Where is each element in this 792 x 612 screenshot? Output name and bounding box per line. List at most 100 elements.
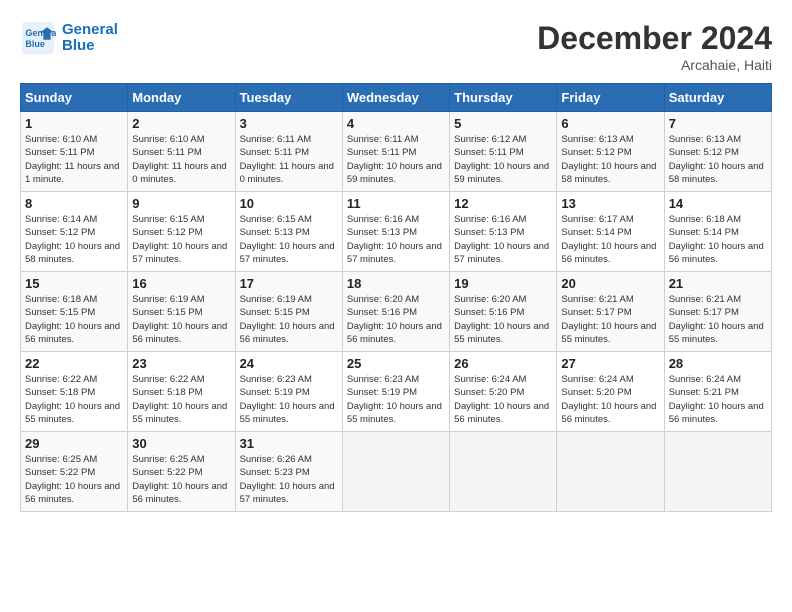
sunset-text: Sunset: 5:15 PM [132, 306, 230, 319]
sunset-text: Sunset: 5:12 PM [561, 146, 659, 159]
sunset-text: Sunset: 5:18 PM [132, 386, 230, 399]
daylight-text: Daylight: 10 hours and 58 minutes. [25, 240, 123, 267]
calendar-cell: 6 Sunrise: 6:13 AM Sunset: 5:12 PM Dayli… [557, 112, 664, 192]
sunset-text: Sunset: 5:11 PM [240, 146, 338, 159]
calendar-cell: 26 Sunrise: 6:24 AM Sunset: 5:20 PM Dayl… [450, 352, 557, 432]
day-info: Sunrise: 6:18 AM Sunset: 5:15 PM Dayligh… [25, 293, 123, 346]
sunrise-text: Sunrise: 6:11 AM [347, 133, 445, 146]
day-number: 7 [669, 116, 767, 131]
day-number: 27 [561, 356, 659, 371]
sunrise-text: Sunrise: 6:13 AM [561, 133, 659, 146]
sunrise-text: Sunrise: 6:21 AM [561, 293, 659, 306]
weekday-header-monday: Monday [128, 84, 235, 112]
calendar-cell: 27 Sunrise: 6:24 AM Sunset: 5:20 PM Dayl… [557, 352, 664, 432]
calendar-cell: 5 Sunrise: 6:12 AM Sunset: 5:11 PM Dayli… [450, 112, 557, 192]
day-number: 25 [347, 356, 445, 371]
calendar-cell [557, 432, 664, 512]
daylight-text: Daylight: 10 hours and 57 minutes. [240, 240, 338, 267]
day-info: Sunrise: 6:21 AM Sunset: 5:17 PM Dayligh… [669, 293, 767, 346]
calendar-week-row: 15 Sunrise: 6:18 AM Sunset: 5:15 PM Dayl… [21, 272, 772, 352]
calendar-cell: 22 Sunrise: 6:22 AM Sunset: 5:18 PM Dayl… [21, 352, 128, 432]
day-info: Sunrise: 6:22 AM Sunset: 5:18 PM Dayligh… [25, 373, 123, 426]
day-number: 14 [669, 196, 767, 211]
day-number: 6 [561, 116, 659, 131]
calendar-cell: 16 Sunrise: 6:19 AM Sunset: 5:15 PM Dayl… [128, 272, 235, 352]
daylight-text: Daylight: 10 hours and 55 minutes. [669, 320, 767, 347]
day-number: 29 [25, 436, 123, 451]
calendar-cell: 20 Sunrise: 6:21 AM Sunset: 5:17 PM Dayl… [557, 272, 664, 352]
day-number: 19 [454, 276, 552, 291]
day-number: 22 [25, 356, 123, 371]
sunset-text: Sunset: 5:15 PM [240, 306, 338, 319]
day-number: 3 [240, 116, 338, 131]
daylight-text: Daylight: 10 hours and 57 minutes. [132, 240, 230, 267]
logo-icon: General Blue [20, 20, 56, 56]
sunset-text: Sunset: 5:12 PM [132, 226, 230, 239]
sunrise-text: Sunrise: 6:24 AM [454, 373, 552, 386]
daylight-text: Daylight: 10 hours and 56 minutes. [347, 320, 445, 347]
month-year-title: December 2024 [537, 20, 772, 57]
day-info: Sunrise: 6:10 AM Sunset: 5:11 PM Dayligh… [25, 133, 123, 186]
daylight-text: Daylight: 10 hours and 57 minutes. [347, 240, 445, 267]
sunrise-text: Sunrise: 6:23 AM [240, 373, 338, 386]
daylight-text: Daylight: 10 hours and 56 minutes. [561, 400, 659, 427]
day-info: Sunrise: 6:24 AM Sunset: 5:20 PM Dayligh… [454, 373, 552, 426]
daylight-text: Daylight: 10 hours and 56 minutes. [25, 480, 123, 507]
day-number: 12 [454, 196, 552, 211]
calendar-cell: 25 Sunrise: 6:23 AM Sunset: 5:19 PM Dayl… [342, 352, 449, 432]
daylight-text: Daylight: 10 hours and 59 minutes. [454, 160, 552, 187]
logo: General Blue General Blue [20, 20, 118, 56]
day-info: Sunrise: 6:11 AM Sunset: 5:11 PM Dayligh… [240, 133, 338, 186]
day-info: Sunrise: 6:25 AM Sunset: 5:22 PM Dayligh… [25, 453, 123, 506]
day-info: Sunrise: 6:23 AM Sunset: 5:19 PM Dayligh… [347, 373, 445, 426]
calendar-cell: 21 Sunrise: 6:21 AM Sunset: 5:17 PM Dayl… [664, 272, 771, 352]
calendar-cell: 17 Sunrise: 6:19 AM Sunset: 5:15 PM Dayl… [235, 272, 342, 352]
daylight-text: Daylight: 10 hours and 56 minutes. [25, 320, 123, 347]
sunrise-text: Sunrise: 6:13 AM [669, 133, 767, 146]
daylight-text: Daylight: 10 hours and 58 minutes. [561, 160, 659, 187]
day-number: 20 [561, 276, 659, 291]
daylight-text: Daylight: 10 hours and 59 minutes. [347, 160, 445, 187]
sunset-text: Sunset: 5:11 PM [132, 146, 230, 159]
sunset-text: Sunset: 5:13 PM [347, 226, 445, 239]
weekday-header-wednesday: Wednesday [342, 84, 449, 112]
day-number: 16 [132, 276, 230, 291]
sunrise-text: Sunrise: 6:15 AM [132, 213, 230, 226]
sunset-text: Sunset: 5:22 PM [25, 466, 123, 479]
daylight-text: Daylight: 10 hours and 55 minutes. [561, 320, 659, 347]
day-info: Sunrise: 6:19 AM Sunset: 5:15 PM Dayligh… [132, 293, 230, 346]
calendar-cell: 11 Sunrise: 6:16 AM Sunset: 5:13 PM Dayl… [342, 192, 449, 272]
sunset-text: Sunset: 5:13 PM [240, 226, 338, 239]
sunrise-text: Sunrise: 6:17 AM [561, 213, 659, 226]
daylight-text: Daylight: 10 hours and 56 minutes. [454, 400, 552, 427]
sunset-text: Sunset: 5:11 PM [347, 146, 445, 159]
day-number: 31 [240, 436, 338, 451]
day-info: Sunrise: 6:19 AM Sunset: 5:15 PM Dayligh… [240, 293, 338, 346]
sunrise-text: Sunrise: 6:26 AM [240, 453, 338, 466]
day-info: Sunrise: 6:24 AM Sunset: 5:21 PM Dayligh… [669, 373, 767, 426]
svg-text:General: General [25, 28, 56, 38]
day-info: Sunrise: 6:17 AM Sunset: 5:14 PM Dayligh… [561, 213, 659, 266]
sunset-text: Sunset: 5:23 PM [240, 466, 338, 479]
sunrise-text: Sunrise: 6:11 AM [240, 133, 338, 146]
sunset-text: Sunset: 5:12 PM [25, 226, 123, 239]
day-number: 11 [347, 196, 445, 211]
day-number: 24 [240, 356, 338, 371]
sunrise-text: Sunrise: 6:21 AM [669, 293, 767, 306]
sunrise-text: Sunrise: 6:16 AM [347, 213, 445, 226]
calendar-cell: 18 Sunrise: 6:20 AM Sunset: 5:16 PM Dayl… [342, 272, 449, 352]
sunset-text: Sunset: 5:21 PM [669, 386, 767, 399]
calendar-cell: 15 Sunrise: 6:18 AM Sunset: 5:15 PM Dayl… [21, 272, 128, 352]
sunrise-text: Sunrise: 6:12 AM [454, 133, 552, 146]
calendar-cell [664, 432, 771, 512]
day-info: Sunrise: 6:22 AM Sunset: 5:18 PM Dayligh… [132, 373, 230, 426]
sunset-text: Sunset: 5:16 PM [347, 306, 445, 319]
day-number: 18 [347, 276, 445, 291]
day-info: Sunrise: 6:26 AM Sunset: 5:23 PM Dayligh… [240, 453, 338, 506]
day-number: 28 [669, 356, 767, 371]
title-block: December 2024 Arcahaie, Haiti [537, 20, 772, 73]
day-info: Sunrise: 6:18 AM Sunset: 5:14 PM Dayligh… [669, 213, 767, 266]
calendar-cell: 19 Sunrise: 6:20 AM Sunset: 5:16 PM Dayl… [450, 272, 557, 352]
sunset-text: Sunset: 5:22 PM [132, 466, 230, 479]
day-info: Sunrise: 6:15 AM Sunset: 5:12 PM Dayligh… [132, 213, 230, 266]
